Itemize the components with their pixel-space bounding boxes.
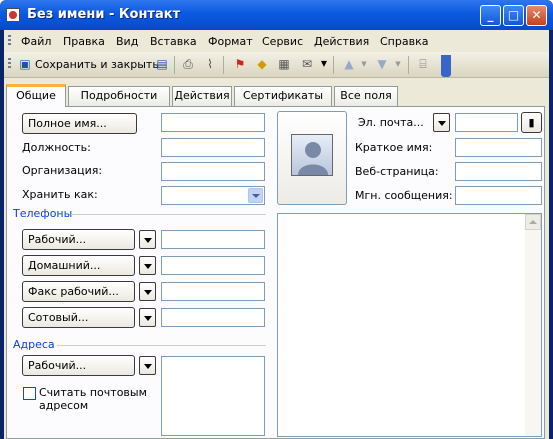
address-book-button[interactable]: ▮ (521, 112, 542, 133)
chevron-down-icon[interactable]: ▼ (356, 56, 372, 72)
address-textarea[interactable] (161, 356, 265, 436)
business-address-dropdown[interactable] (139, 356, 156, 375)
contact-photo-button[interactable] (277, 111, 347, 205)
email-button[interactable]: Эл. почта... (353, 113, 429, 134)
title-bar[interactable]: Без имени - Контакт _ □ ✕ (0, 0, 553, 30)
chevron-down-icon[interactable] (248, 188, 263, 203)
business-fax-dropdown[interactable] (139, 282, 156, 301)
notes-scrollbar[interactable] (525, 214, 541, 436)
tab-general[interactable]: Общие (6, 84, 66, 107)
organization-field[interactable] (161, 162, 265, 181)
tab-all-fields[interactable]: Все поля (334, 86, 398, 106)
close-button[interactable]: ✕ (526, 5, 547, 26)
organization-label: Организация: (22, 164, 103, 177)
menu-help[interactable]: Справка (380, 35, 428, 48)
up-arrow-icon[interactable]: ▲ (341, 56, 357, 72)
menu-actions[interactable]: Действия (314, 35, 369, 48)
business-phone-button[interactable]: Рабочий... (22, 229, 135, 250)
mailing-address-label: Считать почтовым адресом (39, 386, 147, 412)
full-name-field[interactable] (161, 113, 265, 132)
tab-certificates[interactable]: Сертификаты (234, 86, 332, 106)
minimize-button[interactable]: _ (480, 5, 501, 26)
menu-file[interactable]: Файл (21, 35, 51, 48)
contact-window: Без имени - Контакт _ □ ✕ Файл Правка Ви… (0, 0, 553, 439)
down-arrow-icon[interactable]: ▼ (374, 56, 390, 72)
business-phone-dropdown[interactable] (139, 230, 156, 249)
toolbar-options-button[interactable] (441, 55, 451, 77)
maximize-button[interactable]: □ (503, 5, 524, 26)
standard-toolbar: ▣ Сохранить и закрыть ▤ ⎙ ⌇ ⚑ ◆ ▦ ✉ ▼ ▲ … (4, 52, 549, 78)
im-address-field[interactable] (455, 186, 542, 205)
position-field[interactable] (161, 138, 265, 157)
menu-insert[interactable]: Вставка (150, 35, 197, 48)
window-frame: Файл Правка Вид Вставка Формат Сервис Де… (4, 30, 549, 439)
tab-details[interactable]: Подробности (68, 86, 170, 106)
menu-bar: Файл Правка Вид Вставка Формат Сервис Де… (4, 30, 549, 52)
paperclip-icon[interactable]: ⌇ (202, 56, 218, 72)
menu-view[interactable]: Вид (116, 35, 138, 48)
toolbar-grip[interactable] (8, 58, 11, 70)
chevron-down-icon[interactable]: ▼ (316, 56, 332, 72)
toolbar-separator (223, 56, 224, 74)
section-divider (71, 214, 266, 215)
mobile-phone-field[interactable] (161, 308, 265, 327)
flag-icon[interactable]: ⚑ (232, 56, 248, 72)
mailing-address-checkbox[interactable] (23, 387, 36, 400)
position-label: Должность: (22, 141, 91, 154)
chevron-down-icon[interactable]: ▼ (390, 56, 406, 72)
general-tab-panel: Полное имя... Должность: Организация: Хр… (6, 106, 545, 439)
business-fax-field[interactable] (161, 282, 265, 301)
tab-strip: Общие Подробности Действия Сертификаты В… (4, 84, 549, 107)
card-icon[interactable]: ▦ (276, 56, 292, 72)
address-book-icon[interactable]: ⌸ (415, 56, 431, 72)
menu-edit[interactable]: Правка (63, 35, 105, 48)
printer-icon[interactable]: ⎙ (180, 56, 196, 72)
menu-format[interactable]: Формат (208, 35, 253, 48)
web-page-field[interactable] (455, 162, 542, 181)
full-name-button[interactable]: Полное имя... (22, 113, 137, 134)
business-fax-button[interactable]: Факс рабочий... (22, 281, 135, 302)
menu-grip[interactable] (8, 35, 11, 47)
file-as-label: Хранить как: (22, 188, 98, 201)
contact-card-icon (6, 8, 20, 22)
window-title: Без имени - Контакт (27, 7, 181, 22)
tab-activities[interactable]: Действия (172, 86, 232, 106)
business-phone-field[interactable] (161, 230, 265, 249)
home-phone-field[interactable] (161, 256, 265, 275)
toolbar-separator (408, 56, 409, 74)
section-divider (57, 345, 266, 346)
display-name-label: Краткое имя: (355, 141, 433, 154)
phones-section-header: Телефоны (13, 207, 73, 220)
address-book-icon: ▮ (528, 116, 535, 129)
web-page-label: Веб-страница: (355, 165, 439, 178)
mobile-phone-button[interactable]: Сотовый... (22, 307, 135, 328)
contact-photo-icon (291, 134, 333, 176)
save-icon: ▣ (19, 57, 31, 71)
mobile-phone-dropdown[interactable] (139, 308, 156, 327)
display-name-field[interactable] (455, 138, 542, 157)
email-field[interactable] (455, 113, 518, 132)
envelope-icon[interactable]: ✉ (299, 56, 315, 72)
menu-tools[interactable]: Сервис (262, 35, 303, 48)
toolbar-separator (333, 56, 334, 74)
home-phone-dropdown[interactable] (139, 256, 156, 275)
scroll-up-button[interactable] (525, 214, 541, 230)
notes-area[interactable] (277, 213, 542, 437)
email-dropdown[interactable] (433, 113, 450, 132)
save-and-close-button[interactable]: Сохранить и закрыть (35, 56, 159, 74)
file-as-combo[interactable] (161, 186, 265, 205)
im-address-label: Мгн. сообщения: (355, 189, 453, 202)
toolbar-separator (174, 56, 175, 74)
home-phone-button[interactable]: Домашний... (22, 255, 135, 276)
business-address-button[interactable]: Рабочий... (22, 355, 135, 376)
addresses-section-header: Адреса (13, 338, 55, 351)
floppy-icon[interactable]: ▤ (154, 56, 170, 72)
categories-icon[interactable]: ◆ (254, 56, 270, 72)
